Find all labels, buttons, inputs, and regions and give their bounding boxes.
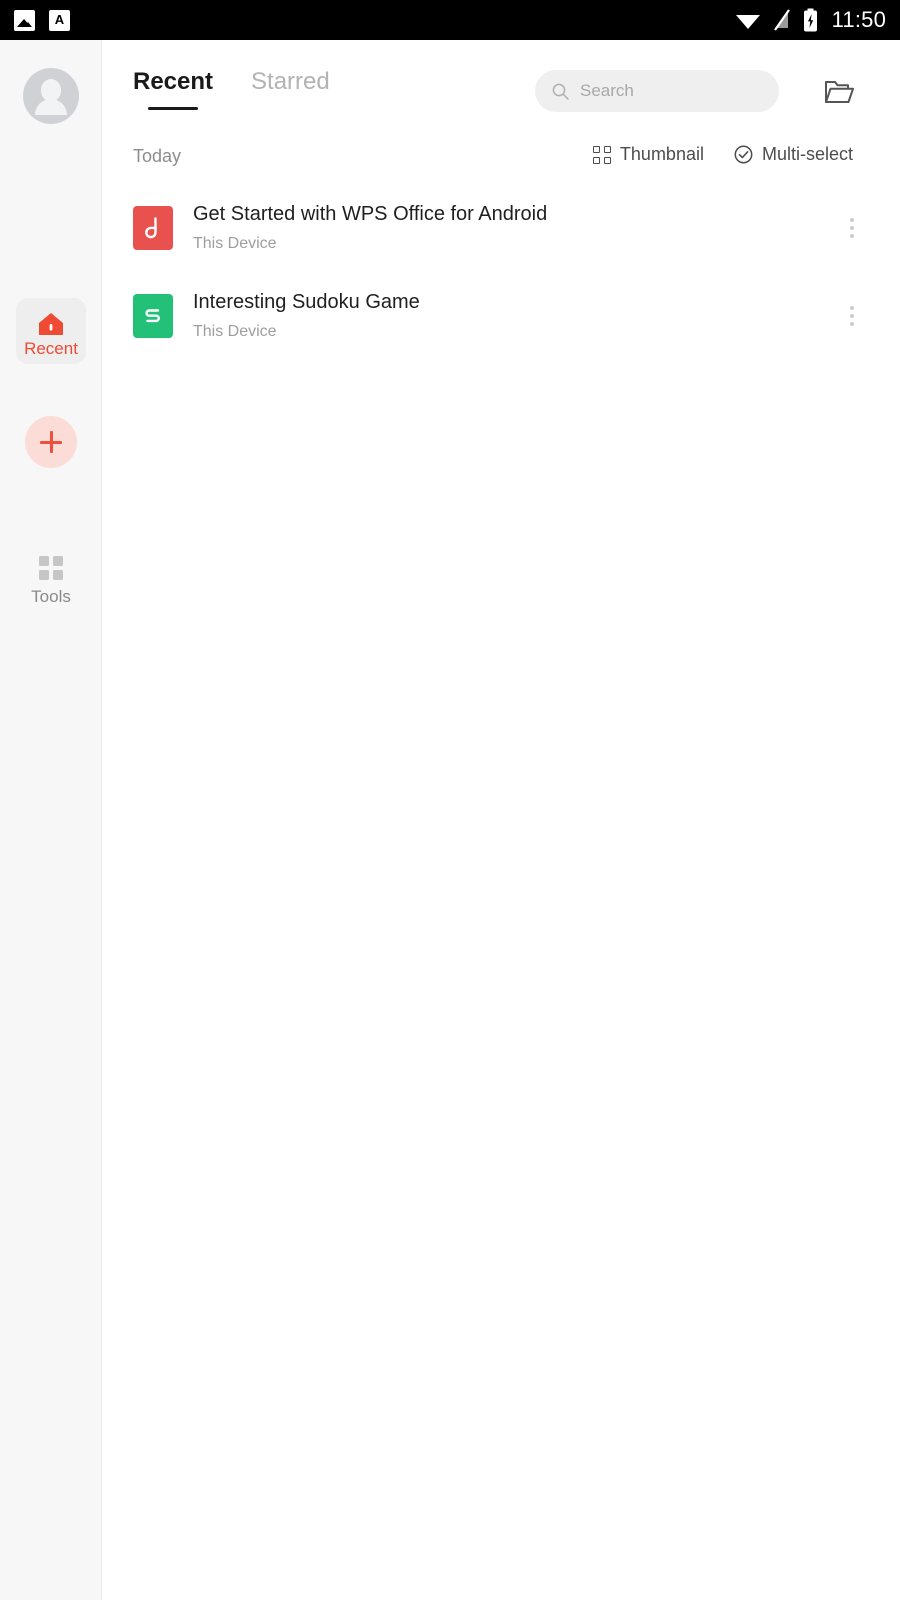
- search-placeholder: Search: [580, 81, 634, 100]
- file-list: Get Started with WPS Office for Android …: [103, 184, 900, 360]
- sidebar-item-tools-label: Tools: [31, 586, 71, 606]
- home-icon: [39, 312, 63, 335]
- folder-icon: [825, 81, 854, 103]
- section-actions: Thumbnail Multi-select: [592, 144, 853, 165]
- table-row[interactable]: Get Started with WPS Office for Android …: [103, 184, 900, 272]
- status-bar-right-icons: 11:50: [735, 7, 886, 33]
- file-title: Interesting Sudoku Game: [193, 291, 420, 313]
- status-bar: A 11:50: [0, 0, 900, 40]
- status-bar-clock: 11:50: [831, 7, 886, 32]
- app-root: A 11:50 Recent Tools Recent Starred Sear…: [0, 0, 900, 1600]
- file-location: This Device: [193, 323, 277, 340]
- thumbnail-view-button[interactable]: Thumbnail: [592, 144, 704, 165]
- apps-grid-icon: [39, 555, 63, 580]
- pdf-glyph: [145, 217, 157, 239]
- avatar[interactable]: [23, 68, 79, 124]
- spreadsheet-file-icon: [133, 294, 173, 338]
- thumbnail-grid-icon: [592, 145, 611, 164]
- text-a-icon: A: [49, 9, 70, 31]
- multi-select-label: Multi-select: [761, 144, 853, 164]
- more-options-button[interactable]: [834, 298, 870, 334]
- wifi-icon: [735, 15, 760, 29]
- sidebar-item-tools[interactable]: Tools: [16, 545, 86, 611]
- battery-charging-icon: [803, 8, 817, 32]
- search-icon: [552, 83, 569, 100]
- signal-off-icon: [773, 9, 790, 31]
- open-folder-button[interactable]: [819, 72, 859, 112]
- section-title: Today: [133, 146, 182, 166]
- sidebar-item-add[interactable]: [16, 412, 86, 472]
- main-content: Recent Starred Search Today Thumbnail Mu…: [103, 40, 900, 1600]
- sidebar: Recent Tools: [0, 40, 102, 1600]
- search-input[interactable]: Search: [535, 70, 779, 112]
- sidebar-item-recent-label: Recent: [24, 338, 78, 358]
- table-row[interactable]: Interesting Sudoku Game This Device: [103, 272, 900, 360]
- plus-icon: [25, 416, 77, 468]
- more-options-button[interactable]: [834, 210, 870, 246]
- spreadsheet-glyph: [145, 309, 160, 323]
- thumbnail-view-label: Thumbnail: [619, 144, 704, 164]
- file-text-block: Get Started with WPS Office for Android …: [193, 201, 900, 255]
- section-header: Today Thumbnail Multi-select: [103, 130, 900, 184]
- tab-recent[interactable]: Recent: [133, 68, 213, 110]
- avatar-body-shape: [35, 99, 67, 115]
- user-avatar-icon: [41, 79, 61, 101]
- file-text-block: Interesting Sudoku Game This Device: [193, 289, 900, 343]
- file-location: This Device: [193, 235, 277, 252]
- status-bar-left-icons: A: [14, 9, 70, 31]
- photo-icon: [14, 9, 35, 31]
- multi-select-button[interactable]: Multi-select: [734, 144, 853, 165]
- tab-bar: Recent Starred: [133, 68, 330, 110]
- sidebar-item-recent[interactable]: Recent: [16, 298, 86, 364]
- tab-starred[interactable]: Starred: [251, 68, 330, 110]
- app-bar: Recent Starred Search: [103, 40, 900, 130]
- check-circle-icon: [734, 145, 753, 164]
- pdf-file-icon: [133, 206, 173, 250]
- file-title: Get Started with WPS Office for Android: [193, 203, 548, 225]
